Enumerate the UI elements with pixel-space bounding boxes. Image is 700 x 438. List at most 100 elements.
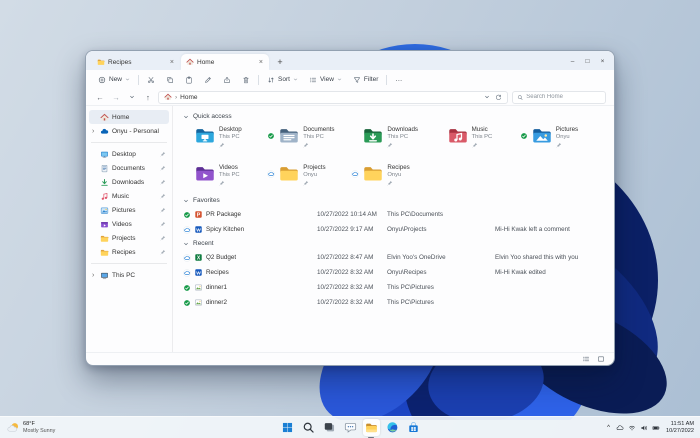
sort-button[interactable]: Sort [264, 74, 301, 86]
quick-access-tile-music[interactable]: Music This PC [436, 123, 520, 154]
clock[interactable]: 11:51 AM 10/27/2022 [666, 421, 694, 435]
taskbar-app-icon [365, 421, 378, 434]
explorer-tab-home[interactable]: Home × [181, 54, 269, 70]
section-header-quick-access[interactable]: Quick access [183, 113, 604, 120]
collapse-chevron-icon[interactable] [183, 114, 189, 120]
back-button[interactable]: ← [94, 93, 106, 102]
taskbar-app-chat[interactable] [342, 419, 359, 436]
sidebar-item-music[interactable]: › Music [89, 189, 169, 203]
more-options-button[interactable]: … [392, 74, 406, 85]
collapse-chevron-icon[interactable] [183, 198, 189, 204]
taskbar-app-start[interactable] [279, 419, 296, 436]
file-date: 10/27/2022 8:32 AM [317, 299, 374, 306]
file-row-q2-budget[interactable]: Q2 Budget 10/27/2022 8:47 AM Elvin Yoo's… [183, 250, 604, 265]
tray-icon-volume[interactable] [640, 424, 648, 432]
toolbar-button-delete[interactable] [239, 74, 253, 86]
quick-access-tile-videos[interactable]: Videos This PC [183, 161, 267, 192]
sidebar-item-icon [100, 220, 109, 229]
expand-chevron-icon[interactable]: › [92, 128, 97, 135]
sidebar-item-home[interactable]: › Home [89, 110, 169, 124]
toolbar-button-rename[interactable] [201, 74, 215, 86]
tray-icon-onedrive[interactable] [616, 424, 624, 432]
window-control-minimize[interactable]: – [565, 54, 580, 68]
favorites-list: PR Package 10/27/2022 10:14 AM This PC\D… [183, 207, 604, 237]
sidebar-item-desktop[interactable]: › Desktop [89, 147, 169, 161]
address-row: ← → ↑ › Home [86, 89, 614, 106]
file-row-spicy-kitchen[interactable]: Spicy Kitchen 10/27/2022 9:17 AM Onyu\Pr… [183, 222, 604, 237]
file-name: Spicy Kitchen [206, 226, 245, 233]
file-row-pr-package[interactable]: PR Package 10/27/2022 10:14 AM This PC\D… [183, 207, 604, 222]
explorer-tab-recipes[interactable]: Recipes × [92, 54, 180, 70]
tab-strip[interactable]: Recipes × Home × + – □ × [86, 51, 614, 70]
sidebar-item-this-pc[interactable]: › This PC [89, 268, 169, 282]
expand-chevron-icon[interactable]: › [92, 272, 97, 279]
sidebar-item-onyu-personal[interactable]: › Onyu - Personal [89, 124, 169, 138]
taskbar-app-store[interactable] [405, 419, 422, 436]
view-toggle-icon [597, 355, 605, 363]
file-name-cell: dinner1 [183, 283, 317, 292]
section-header-favorites[interactable]: Favorites [183, 197, 604, 204]
pin-icon [160, 221, 166, 227]
forward-button[interactable]: → [110, 93, 122, 102]
tile-meta: Downloads This PC [387, 123, 418, 148]
pin-icon [219, 142, 225, 148]
file-location: Onyu\Projects [387, 226, 427, 233]
chevron-down-icon[interactable] [484, 94, 490, 100]
sidebar-item-documents[interactable]: › Documents [89, 161, 169, 175]
tile-name: Recipes [387, 164, 410, 171]
sidebar-item-projects[interactable]: › Projects [89, 231, 169, 245]
file-row-recipes[interactable]: Recipes 10/27/2022 8:32 AM Onyu\Recipes … [183, 265, 604, 280]
search-input[interactable] [526, 94, 601, 100]
toolbar-divider [258, 74, 260, 85]
pin-icon [160, 235, 166, 241]
new-tab-button[interactable]: + [273, 55, 287, 69]
quick-access-tile-downloads[interactable]: Downloads This PC [351, 123, 435, 154]
quick-access-tile-recipes[interactable]: Recipes Onyu [351, 161, 435, 192]
chevron-down-icon [293, 77, 298, 82]
weather-widget[interactable]: 68°F Mostly Sunny [7, 421, 55, 435]
refresh-icon[interactable] [495, 94, 502, 101]
window-control-close[interactable]: × [595, 54, 610, 68]
taskbar-app-task-view[interactable] [321, 419, 338, 436]
sort-icon [267, 76, 275, 84]
quick-access-tile-documents[interactable]: Documents This PC [267, 123, 351, 154]
tray-icon-wifi[interactable] [628, 424, 636, 432]
toolbar-action-icon [204, 76, 212, 84]
toolbar-button-cut[interactable] [144, 74, 158, 86]
sidebar-item-downloads[interactable]: › Downloads [89, 175, 169, 189]
clock-date: 10/27/2022 [666, 427, 694, 434]
section-header-recent[interactable]: Recent [183, 240, 604, 247]
view-toggle-details-view[interactable] [582, 355, 590, 363]
taskbar-app-edge[interactable] [384, 419, 401, 436]
quick-access-tile-projects[interactable]: Projects Onyu [267, 161, 351, 192]
search-box[interactable] [512, 90, 606, 104]
toolbar-button-share[interactable] [220, 74, 234, 86]
file-row-dinner2[interactable]: dinner2 10/27/2022 8:32 AM This PC\Pictu… [183, 295, 604, 310]
collapse-chevron-icon[interactable] [183, 241, 189, 247]
sidebar-item-pictures[interactable]: › Pictures [89, 203, 169, 217]
sidebar-item-recipes[interactable]: › Recipes [89, 245, 169, 259]
quick-access-tile-pictures[interactable]: Pictures Onyu [520, 123, 604, 154]
tray-overflow-chevron[interactable]: ^ [605, 425, 612, 431]
filter-button[interactable]: Filter [350, 74, 381, 86]
tab-close-icon[interactable]: × [169, 59, 175, 66]
view-toggle-large-thumbnails-view[interactable] [597, 355, 605, 363]
sidebar-item-videos[interactable]: › Videos [89, 217, 169, 231]
up-button[interactable]: ↑ [142, 93, 154, 102]
taskbar-app-search[interactable] [300, 419, 317, 436]
breadcrumb[interactable]: › Home [158, 90, 508, 104]
taskbar-app-file-explorer[interactable] [362, 419, 380, 438]
window-control-maximize[interactable]: □ [580, 54, 595, 68]
quick-access-tile-desktop[interactable]: Desktop This PC [183, 123, 267, 154]
view-button[interactable]: View [306, 74, 345, 86]
toolbar-button-paste[interactable] [182, 74, 196, 86]
sync-status-icon [183, 254, 191, 262]
recent-locations-button[interactable] [126, 93, 138, 102]
tab-close-icon[interactable]: × [258, 59, 264, 66]
toolbar-button-copy[interactable] [163, 74, 177, 86]
file-row-dinner1[interactable]: dinner1 10/27/2022 8:32 AM This PC\Pictu… [183, 280, 604, 295]
window-controls: – □ × [565, 54, 610, 68]
tray-icon-battery[interactable] [652, 424, 660, 432]
breadcrumb-location[interactable]: Home [180, 94, 197, 101]
new-button[interactable]: New [95, 74, 133, 86]
